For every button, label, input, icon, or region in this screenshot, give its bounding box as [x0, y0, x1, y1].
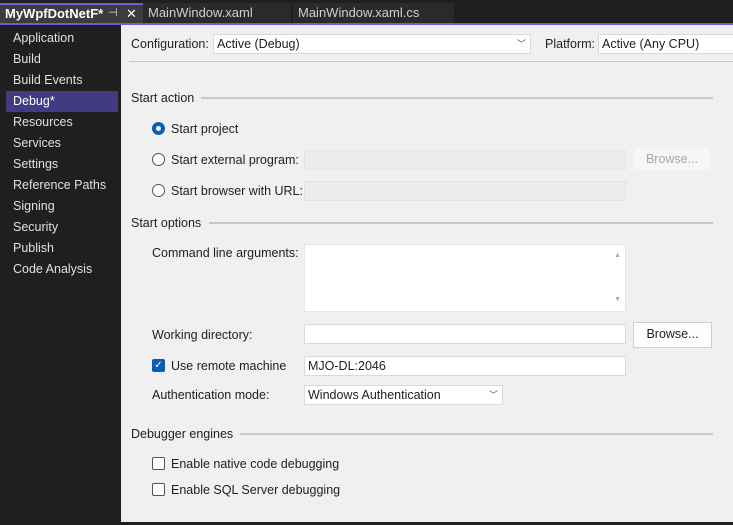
authentication-mode-select[interactable]: Windows Authentication ﹀ [304, 385, 503, 405]
start-options-heading: Start options [131, 216, 202, 230]
native-code-debugging-label[interactable]: Enable native code debugging [171, 457, 339, 471]
start-project-label[interactable]: Start project [171, 122, 238, 136]
chevron-down-icon: ﹀ [516, 39, 526, 49]
chevron-down-icon: ﹀ [488, 390, 498, 400]
configuration-label: Configuration: [131, 37, 209, 51]
command-line-arguments-input[interactable]: ▲ ▼ [304, 244, 626, 312]
tab-mainwindow-xaml[interactable]: MainWindow.xaml [143, 3, 291, 23]
use-remote-machine-label[interactable]: Use remote machine [171, 359, 286, 373]
divider [240, 433, 713, 435]
platform-label: Platform: [545, 37, 596, 51]
pin-icon[interactable]: ⊣ [108, 5, 118, 22]
sidebar-item-resources[interactable]: Resources [6, 112, 118, 133]
start-project-radio[interactable] [152, 122, 165, 135]
sidebar-item-services[interactable]: Services [6, 133, 118, 154]
browse-working-directory-button[interactable]: Browse... [633, 322, 712, 348]
use-remote-machine-checkbox[interactable]: ✓ [152, 359, 165, 372]
working-directory-input[interactable] [304, 324, 626, 344]
configuration-select[interactable]: Active (Debug) ﹀ [213, 34, 531, 54]
sidebar-item-security[interactable]: Security [6, 217, 118, 238]
platform-select[interactable]: Active (Any CPU) [598, 34, 733, 54]
tab-label: MainWindow.xaml [148, 5, 253, 20]
external-program-input[interactable] [304, 150, 626, 170]
tab-label: MyWpfDotNetF* [5, 6, 104, 21]
tab-project-properties[interactable]: MyWpfDotNetF* ⊣ ✕ [0, 3, 143, 23]
authentication-mode-label: Authentication mode: [152, 388, 270, 402]
sidebar-item-debug[interactable]: Debug* [6, 91, 118, 112]
tab-label: MainWindow.xaml.cs [298, 5, 420, 20]
sidebar-item-signing[interactable]: Signing [6, 196, 118, 217]
sidebar-item-code-analysis[interactable]: Code Analysis [6, 259, 118, 280]
scroll-up-icon[interactable]: ▲ [614, 247, 621, 265]
scroll-down-icon[interactable]: ▼ [614, 291, 621, 309]
working-directory-label: Working directory: [152, 328, 253, 342]
debugger-engines-heading: Debugger engines [131, 427, 234, 441]
browser-url-input[interactable] [304, 181, 626, 201]
close-icon[interactable]: ✕ [126, 5, 137, 22]
divider [209, 222, 713, 224]
sidebar-item-reference-paths[interactable]: Reference Paths [6, 175, 118, 196]
start-external-program-label[interactable]: Start external program: [171, 153, 299, 167]
sidebar-item-publish[interactable]: Publish [6, 238, 118, 259]
sql-server-debugging-label[interactable]: Enable SQL Server debugging [171, 483, 340, 497]
sidebar: Application Build Build Events Debug* Re… [0, 25, 121, 525]
start-action-heading: Start action [131, 91, 195, 105]
sidebar-item-application[interactable]: Application [6, 28, 118, 49]
platform-value: Active (Any CPU) [602, 37, 700, 51]
browse-external-button[interactable]: Browse... [633, 147, 711, 172]
sql-server-debugging-checkbox[interactable] [152, 483, 165, 496]
tab-mainwindow-xaml-cs[interactable]: MainWindow.xaml.cs [293, 3, 454, 23]
configuration-value: Active (Debug) [217, 37, 300, 51]
native-code-debugging-checkbox[interactable] [152, 457, 165, 470]
divider [201, 97, 713, 99]
sidebar-item-build-events[interactable]: Build Events [6, 70, 118, 91]
start-external-program-radio[interactable] [152, 153, 165, 166]
divider [129, 61, 733, 62]
sidebar-item-settings[interactable]: Settings [6, 154, 118, 175]
document-tab-bar: MyWpfDotNetF* ⊣ ✕ MainWindow.xaml MainWi… [0, 0, 733, 25]
start-browser-url-label[interactable]: Start browser with URL: [171, 184, 303, 198]
start-browser-url-radio[interactable] [152, 184, 165, 197]
sidebar-item-build[interactable]: Build [6, 49, 118, 70]
command-line-arguments-label: Command line arguments: [152, 246, 299, 260]
authentication-mode-value: Windows Authentication [308, 388, 441, 402]
remote-machine-input[interactable]: MJO-DL:2046 [304, 356, 626, 376]
